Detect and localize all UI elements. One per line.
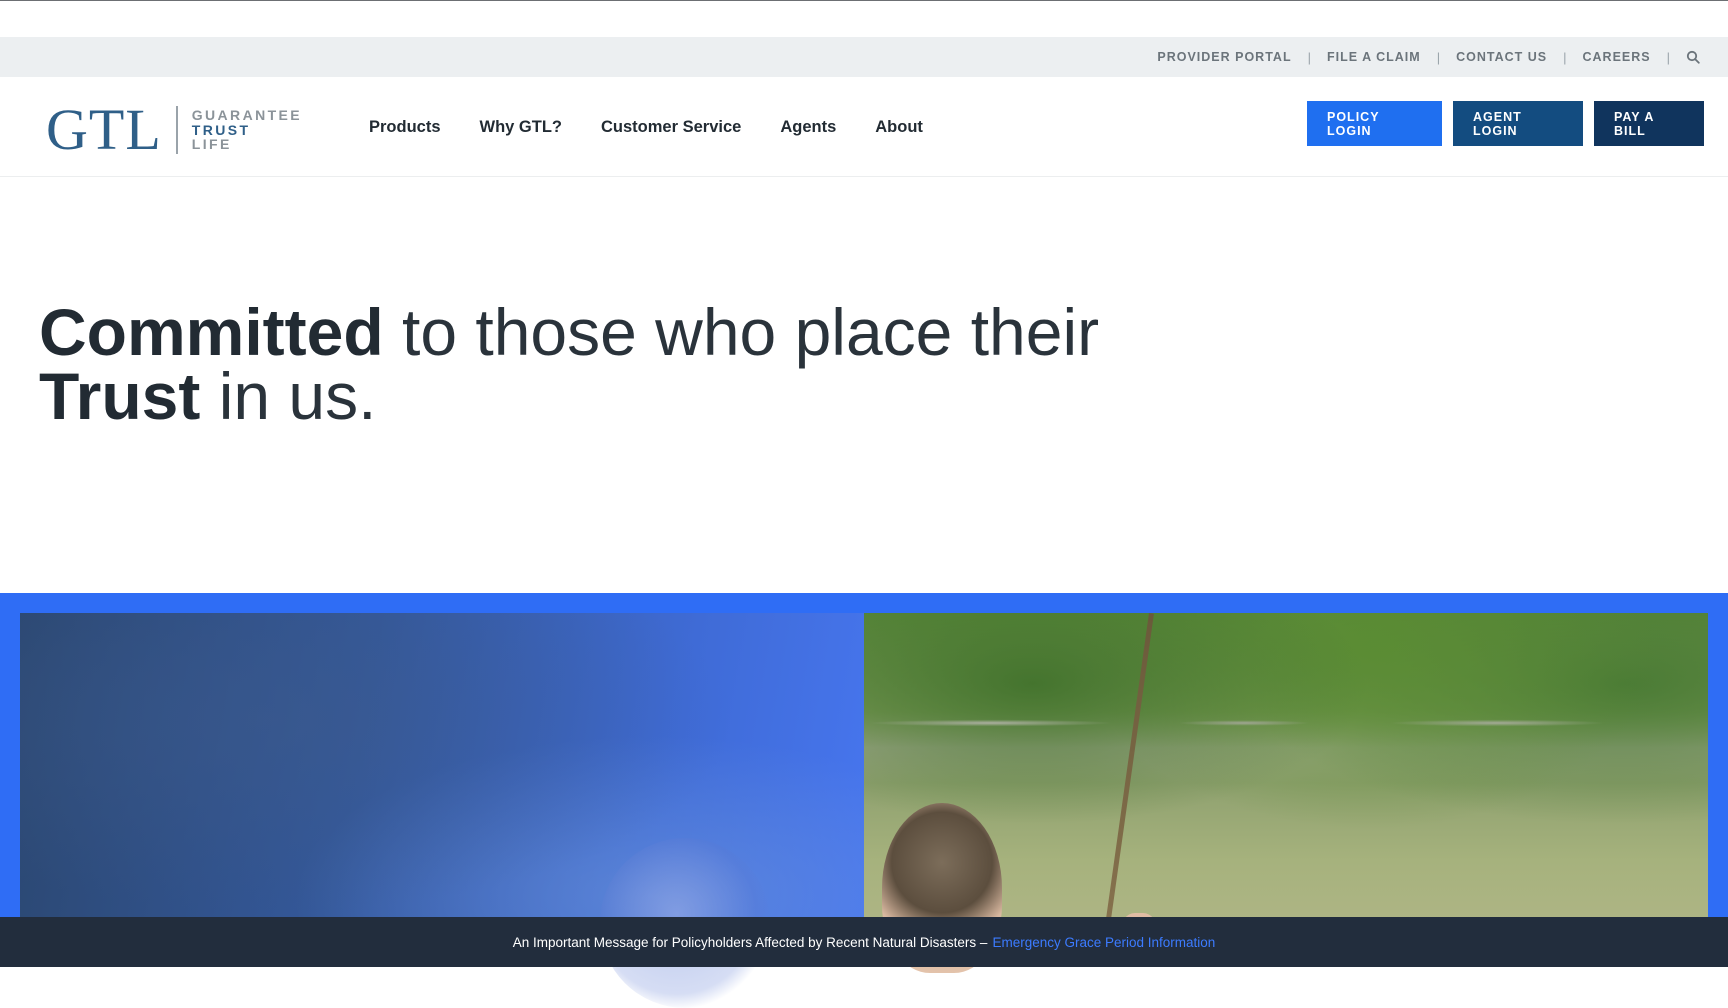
hero-image-boy-fishing <box>864 613 1708 973</box>
hero-line-1: Committed to those who place their <box>39 299 1139 365</box>
hero-text-line1: to those who place their <box>383 295 1100 369</box>
hero-line-2: Trust in us. <box>39 363 1139 429</box>
utility-separator: | <box>1666 49 1670 65</box>
alert-message: An Important Message for Policyholders A… <box>512 934 988 950</box>
nav-item-agents[interactable]: Agents <box>780 118 836 137</box>
nav-item-why-gtl[interactable]: Why GTL? <box>480 118 562 137</box>
policy-login-button[interactable]: POLICY LOGIN <box>1307 101 1442 146</box>
nav-item-products[interactable]: Products <box>369 118 441 137</box>
main-header: GTL GUARANTEE TRUST LIFE Products Why GT… <box>0 77 1728 177</box>
logo-word-guarantee: GUARANTEE <box>191 106 303 123</box>
primary-nav: Products Why GTL? Customer Service Agent… <box>369 77 962 177</box>
logo-word-trust: TRUST <box>191 121 251 138</box>
pay-a-bill-button[interactable]: PAY A BILL <box>1594 101 1704 146</box>
agent-login-button[interactable]: AGENT LOGIN <box>1453 101 1583 146</box>
utility-separator: | <box>1436 49 1441 65</box>
logo-mark: GTL <box>46 97 162 162</box>
utility-link-contact-us[interactable]: CONTACT US <box>1456 50 1547 64</box>
hero-bold-trust: Trust <box>39 359 201 433</box>
hero-image-left-overlay <box>20 613 864 1008</box>
utility-bar: PROVIDER PORTAL | FILE A CLAIM | CONTACT… <box>0 37 1728 77</box>
nav-item-about[interactable]: About <box>875 118 923 137</box>
logo-divider <box>175 106 178 154</box>
utility-link-provider-portal[interactable]: PROVIDER PORTAL <box>1157 50 1291 64</box>
riverbank-rocks <box>864 703 1708 743</box>
header-buttons: POLICY LOGIN AGENT LOGIN PAY A BILL <box>1296 101 1704 146</box>
utility-link-file-a-claim[interactable]: FILE A CLAIM <box>1327 50 1421 64</box>
utility-separator: | <box>1307 49 1311 65</box>
search-icon[interactable] <box>1686 50 1700 64</box>
hero-headline: Committed to those who place their Trust… <box>39 299 1139 429</box>
fishing-rod <box>1099 613 1154 965</box>
alert-link-grace-period[interactable]: Emergency Grace Period Information <box>992 935 1215 950</box>
utility-separator: | <box>1563 49 1567 65</box>
logo-word-life: LIFE <box>191 136 232 153</box>
utility-link-careers[interactable]: CAREERS <box>1582 50 1650 64</box>
hero-media-frame <box>0 593 1728 1008</box>
logo-wordmark: GUARANTEE TRUST LIFE <box>192 108 302 152</box>
nav-item-customer-service[interactable]: Customer Service <box>601 118 741 137</box>
hero-text-line2: in us. <box>200 359 377 433</box>
hero-bold-committed: Committed <box>39 295 384 369</box>
gtl-logo[interactable]: GTL GUARANTEE TRUST LIFE <box>46 101 302 159</box>
alert-bar: An Important Message for Policyholders A… <box>0 917 1728 967</box>
browser-top-strip <box>0 0 1728 37</box>
